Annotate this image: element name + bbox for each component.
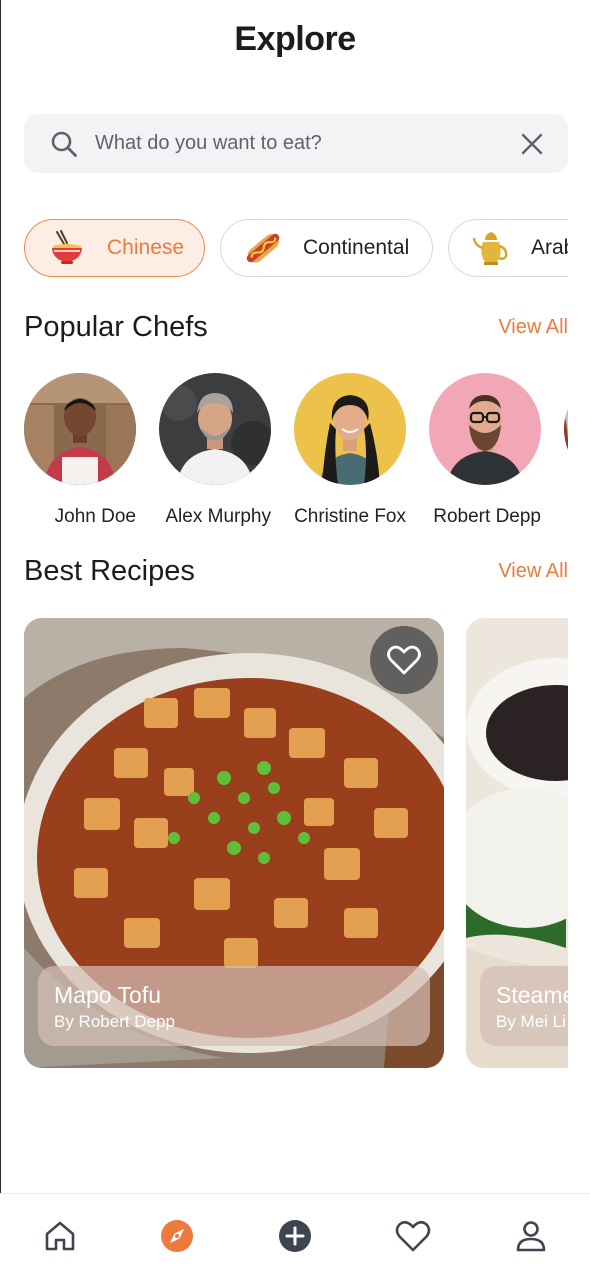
chip-label: Continental xyxy=(303,236,410,259)
chef-name: John Doe xyxy=(54,506,136,527)
favorites-heart-icon[interactable] xyxy=(395,1218,431,1254)
recipe-card-steamed[interactable]: Steame By Mei Li xyxy=(466,618,568,1068)
profile-icon[interactable] xyxy=(513,1218,549,1254)
teapot-icon xyxy=(472,232,508,265)
recipe-card-mapo-tofu[interactable]: Mapo Tofu By Robert Depp xyxy=(24,618,444,1068)
popular-chefs-title: Popular Chefs xyxy=(24,311,208,343)
chefs-view-all-link[interactable]: View All xyxy=(498,316,568,339)
window-edge xyxy=(0,0,1,1278)
recipes-view-all-link[interactable]: View All xyxy=(498,560,568,583)
chef-robert-depp[interactable]: Robert Depp xyxy=(429,373,541,528)
chef-alex-murphy[interactable]: Alex Murphy xyxy=(159,373,275,528)
chip-arab[interactable]: Arab xyxy=(448,219,568,277)
favorite-button[interactable] xyxy=(370,626,438,694)
recipe-name: Steame xyxy=(496,982,568,1008)
chip-chinese[interactable]: Chinese xyxy=(24,219,205,277)
search-bar[interactable] xyxy=(24,114,568,173)
recipes-list: Mapo Tofu By Robert Depp Steame By Mei L… xyxy=(24,618,568,1068)
chip-label: Arab xyxy=(531,236,568,259)
noodle-bowl-icon xyxy=(52,230,82,264)
recipe-name: Mapo Tofu xyxy=(54,982,161,1008)
chef-name: Robert Depp xyxy=(433,506,541,527)
chef-name: Alex Murphy xyxy=(165,506,271,527)
heart-outline-icon xyxy=(387,645,421,675)
home-icon[interactable] xyxy=(42,1218,78,1254)
category-chips: Chinese Continental Arab xyxy=(24,219,568,279)
bottom-navigation xyxy=(0,1193,590,1279)
chef-christine-fox[interactable]: Christine Fox xyxy=(294,373,406,528)
avatar xyxy=(564,373,568,485)
recipe-author: By Mei Li xyxy=(496,1012,566,1031)
recipe-info-panel: Steame By Mei Li xyxy=(480,966,568,1046)
avatar xyxy=(24,373,136,485)
search-input[interactable] xyxy=(95,124,495,162)
search-icon xyxy=(51,131,77,157)
recipe-info-panel: Mapo Tofu By Robert Depp xyxy=(38,966,430,1046)
add-icon[interactable] xyxy=(277,1218,313,1254)
hotdog-icon xyxy=(246,233,280,263)
chef-john-doe[interactable]: John Doe xyxy=(24,373,136,528)
avatar xyxy=(294,373,406,485)
recipe-author: By Robert Depp xyxy=(54,1012,175,1031)
avatar xyxy=(429,373,541,485)
page-title: Explore xyxy=(234,20,356,58)
best-recipes-title: Best Recipes xyxy=(24,555,195,587)
chip-label: Chinese xyxy=(107,236,185,259)
avatar xyxy=(159,373,275,485)
chef-name: Christine Fox xyxy=(294,506,406,527)
chip-continental[interactable]: Continental xyxy=(220,219,433,277)
explore-compass-icon[interactable] xyxy=(159,1218,195,1254)
chefs-list: John Doe Alex Murphy Christine Fox Rober… xyxy=(24,373,568,533)
clear-search-icon[interactable] xyxy=(520,132,544,156)
chef-partial[interactable] xyxy=(564,373,568,490)
